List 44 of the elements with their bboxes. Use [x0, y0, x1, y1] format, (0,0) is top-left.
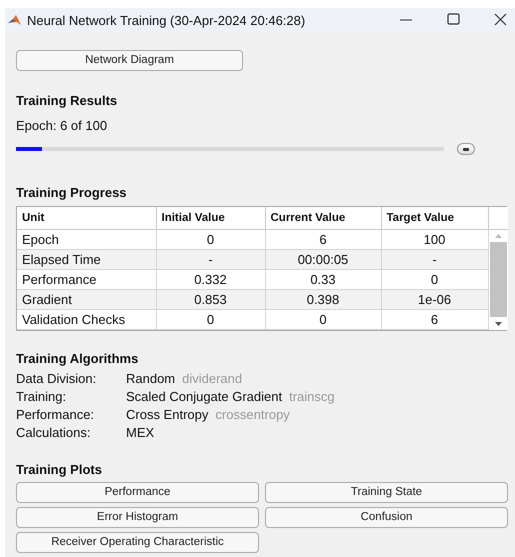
section-heading: Training Progress: [16, 185, 128, 200]
field-value: Scaled Conjugate Gradient: [126, 389, 282, 404]
table-cell: 6: [381, 310, 488, 330]
function-name: dividerand: [182, 371, 242, 386]
column-header: Current Value: [265, 207, 381, 230]
epoch-text: Epoch: 6 of 100: [16, 118, 108, 133]
plot-button[interactable]: Performance: [16, 482, 259, 503]
function-name: crossentropy: [215, 407, 290, 422]
table-cell: Gradient: [17, 290, 156, 310]
plot-button[interactable]: Receiver Operating Characteristic: [16, 532, 259, 553]
field-value: MEX: [126, 425, 154, 440]
column-header: Unit: [17, 207, 156, 230]
maximize-icon[interactable]: [447, 13, 460, 26]
app-logo-icon: [8, 14, 22, 26]
table-cell: 0: [265, 310, 381, 330]
network-diagram-button[interactable]: Network Diagram: [16, 50, 243, 71]
table-cell: 0.398: [265, 290, 381, 310]
column-header: Initial Value: [156, 207, 265, 230]
section-heading: Training Algorithms: [16, 351, 140, 366]
table-cell: 0.853: [156, 290, 265, 310]
section-heading: Training Results: [16, 93, 118, 108]
window-title: Neural Network Training (30-Apr-2024 20:46:28): [27, 12, 306, 28]
scrollbar[interactable]: [488, 207, 508, 330]
field-label: Performance:: [16, 407, 96, 422]
field-label: Calculations:: [16, 425, 92, 440]
table-cell: Validation Checks: [17, 310, 156, 330]
section-heading: Training Plots: [16, 462, 103, 477]
table-cell: 0: [156, 310, 265, 330]
function-name: trainscg: [289, 389, 335, 404]
column-header: Target Value: [381, 207, 488, 230]
stop-button[interactable]: [457, 143, 475, 155]
plot-button[interactable]: Confusion: [265, 507, 508, 528]
table-cell: 00:00:05: [265, 250, 381, 270]
plot-button[interactable]: Training State: [265, 482, 508, 503]
close-icon[interactable]: [494, 13, 507, 26]
field-label: Training:: [16, 389, 68, 404]
field-label: Data Division:: [16, 371, 98, 386]
table-cell: -: [156, 250, 265, 270]
table-cell: -: [381, 250, 488, 270]
table-cell: 1e-06: [381, 290, 488, 310]
plot-button[interactable]: Error Histogram: [16, 507, 259, 528]
field-value: Cross Entropy: [126, 407, 208, 422]
table-cell: Elapsed Time: [17, 250, 156, 270]
field-value: Random: [126, 371, 176, 386]
